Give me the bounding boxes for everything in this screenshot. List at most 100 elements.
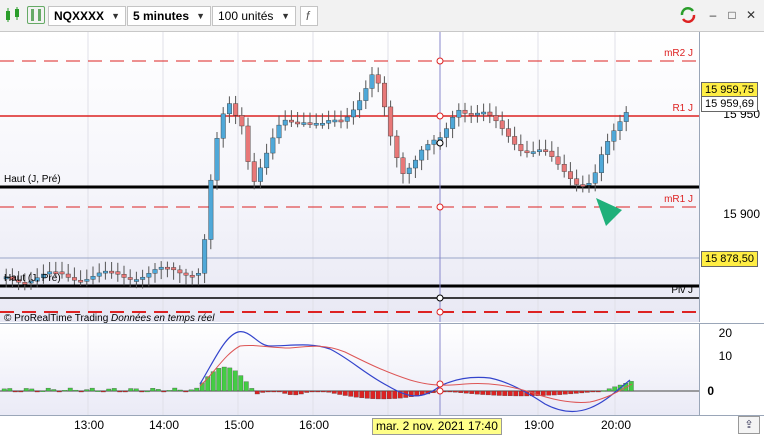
histogram-bar	[150, 388, 156, 392]
time-label: 14:00	[149, 418, 180, 432]
candle	[307, 122, 313, 125]
units-select[interactable]: 100 unités ▼	[212, 6, 296, 26]
symbol-label: NQXXXX	[54, 9, 105, 23]
candle	[419, 149, 425, 161]
histogram-bar	[7, 388, 13, 392]
haut2-label: Haut (J, Pré)	[4, 273, 61, 284]
histogram-bar	[590, 390, 596, 393]
formula-button[interactable]: f	[300, 6, 318, 26]
cursor-price-badge: 15 959,69	[701, 96, 758, 112]
candle	[146, 273, 152, 278]
histogram-bar	[392, 390, 398, 399]
candle	[183, 272, 189, 276]
candlestick-icon[interactable]	[4, 6, 22, 24]
close-icon[interactable]: ✕	[744, 8, 758, 22]
histogram-bar	[595, 390, 601, 393]
histogram-bar	[458, 390, 464, 393]
histogram-bar	[287, 390, 293, 395]
candle	[363, 88, 369, 101]
candle	[245, 125, 251, 162]
candle	[121, 274, 127, 278]
histogram-bar	[139, 390, 145, 393]
candle	[264, 152, 270, 169]
histogram-bar	[166, 390, 172, 392]
candle	[524, 150, 530, 154]
macd-axis: 20 10 0	[699, 323, 764, 415]
symbol-select[interactable]: NQXXXX ▼	[48, 6, 126, 26]
histogram-bar	[183, 390, 189, 393]
histogram-bar	[128, 388, 134, 392]
histogram-bar	[254, 390, 260, 395]
price-panel[interactable]: mR2 J R1 J Haut (J, Pré) mR1 J Haut (J, …	[0, 32, 699, 322]
candle	[512, 136, 518, 145]
candle	[450, 117, 456, 129]
histogram-bar	[78, 390, 84, 393]
histogram-bar	[111, 388, 117, 392]
histogram-bar	[326, 390, 332, 393]
settings-icon[interactable]	[27, 6, 45, 24]
scroll-icon[interactable]: ⇪	[738, 416, 760, 434]
candle	[357, 100, 363, 111]
candle	[202, 239, 208, 274]
candle	[214, 138, 220, 181]
candle	[338, 119, 344, 123]
refresh-icon[interactable]	[678, 6, 698, 23]
histogram-bar	[282, 390, 288, 394]
candle	[251, 161, 257, 182]
maximize-icon[interactable]: □	[725, 8, 739, 22]
histogram-bar	[84, 389, 90, 392]
price-axis[interactable]: 15 950 15 900	[699, 32, 764, 322]
candle	[164, 266, 170, 270]
histogram-bar	[40, 390, 46, 392]
candle	[406, 167, 412, 174]
histogram-bar	[579, 390, 585, 394]
candle	[65, 273, 71, 278]
histogram-bar	[337, 390, 343, 395]
candle	[152, 269, 158, 274]
candle	[375, 74, 381, 84]
chevron-down-icon: ▼	[111, 11, 120, 21]
histogram-bar	[62, 390, 68, 392]
candle	[481, 111, 487, 115]
candle	[78, 279, 84, 283]
histogram-bar	[95, 390, 101, 392]
candle	[84, 279, 90, 282]
candle	[425, 144, 431, 151]
histogram-bar	[359, 390, 365, 399]
candle	[226, 103, 232, 115]
histogram-bar	[34, 390, 40, 393]
histogram-bar	[100, 390, 106, 393]
histogram-bar	[375, 390, 381, 400]
histogram-bar	[315, 390, 321, 393]
candle	[518, 144, 524, 152]
candle	[537, 149, 542, 152]
histogram-bar	[210, 371, 216, 392]
candle	[326, 120, 332, 124]
interval-select[interactable]: 5 minutes ▼	[127, 6, 211, 26]
candle	[580, 184, 586, 187]
time-label: 19:00	[524, 418, 555, 432]
candle	[555, 156, 561, 165]
interval-label: 5 minutes	[133, 9, 190, 23]
candle	[282, 119, 288, 126]
histogram-bar	[298, 390, 304, 395]
arrow-marker-icon	[596, 198, 622, 226]
candle	[158, 266, 164, 270]
candle	[295, 121, 301, 125]
macd-tick-0: 0	[707, 384, 714, 398]
histogram-bar	[177, 389, 183, 392]
histogram-bar	[447, 390, 453, 393]
piv-label: Piv J	[671, 285, 693, 296]
candle	[549, 150, 555, 157]
histogram-bar	[1, 388, 7, 392]
macd-panel[interactable]	[0, 323, 699, 416]
macd-tick-10: 10	[718, 349, 732, 363]
histogram-bar	[12, 390, 18, 393]
chevron-down-icon: ▼	[196, 11, 205, 21]
histogram-bar	[628, 381, 634, 392]
candle	[258, 167, 263, 182]
candle	[220, 113, 226, 139]
minimize-icon[interactable]: –	[706, 8, 720, 22]
candle	[270, 137, 276, 154]
histogram-bar	[51, 389, 57, 392]
